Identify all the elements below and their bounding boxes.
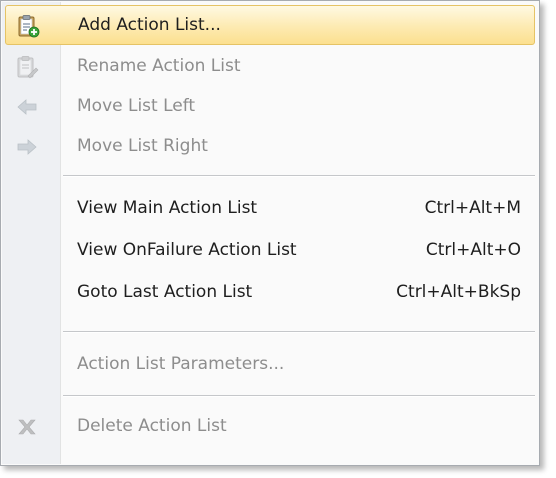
menu-item-label: Move List Right xyxy=(77,136,208,156)
menu-item-label: Delete Action List xyxy=(77,416,227,436)
menu-item-add-action-list[interactable]: Add Action List... xyxy=(5,5,535,45)
menu-item-action-list-parameters[interactable]: Action List Parameters... xyxy=(5,345,535,385)
menu-item-label: Move List Left xyxy=(77,96,196,116)
arrow-right-icon xyxy=(15,135,39,159)
delete-x-icon xyxy=(15,415,39,439)
menu-item-label: View Main Action List xyxy=(77,198,258,218)
clipboard-rename-icon xyxy=(15,55,39,79)
arrow-left-icon xyxy=(15,95,39,119)
menu-item-move-list-left[interactable]: Move List Left xyxy=(5,87,535,127)
menu-separator xyxy=(63,331,535,333)
menu-item-label: Rename Action List xyxy=(77,56,241,76)
menu-item-shortcut: Ctrl+Alt+O xyxy=(425,240,521,260)
menu-item-rename-action-list[interactable]: Rename Action List xyxy=(5,47,535,87)
menu-item-move-list-right[interactable]: Move List Right xyxy=(5,127,535,167)
menu-item-label: Action List Parameters... xyxy=(77,354,285,374)
menu-item-goto-last-action-list[interactable]: Goto Last Action List Ctrl+Alt+BkSp xyxy=(5,273,535,313)
menu-item-label: Add Action List... xyxy=(78,15,221,35)
menu-item-label: Goto Last Action List xyxy=(77,282,253,302)
clipboard-add-icon xyxy=(16,14,40,38)
menu-item-shortcut: Ctrl+Alt+BkSp xyxy=(396,282,521,302)
menu-item-delete-action-list[interactable]: Delete Action List xyxy=(5,407,535,447)
menu-item-label: View OnFailure Action List xyxy=(77,240,297,260)
menu-item-view-main-action-list[interactable]: View Main Action List Ctrl+Alt+M xyxy=(5,189,535,229)
context-menu: Add Action List... Rename Action List Mo… xyxy=(0,0,540,466)
menu-separator xyxy=(63,175,535,177)
menu-item-shortcut: Ctrl+Alt+M xyxy=(424,198,521,218)
menu-separator xyxy=(63,395,535,397)
menu-item-view-onfailure-action-list[interactable]: View OnFailure Action List Ctrl+Alt+O xyxy=(5,231,535,271)
